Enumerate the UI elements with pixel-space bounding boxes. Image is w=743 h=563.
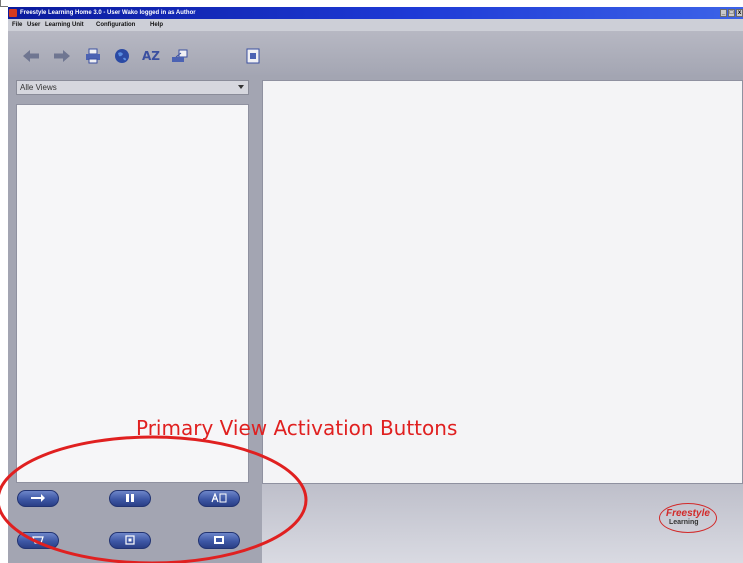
window-titlebar: Freestyle Learning Home 3.0 - User Wako … bbox=[8, 7, 743, 19]
app-icon bbox=[9, 9, 17, 17]
logo-sub-text: Learning bbox=[669, 519, 699, 526]
maximize-button[interactable]: □ bbox=[728, 9, 735, 17]
user-connect-icon[interactable] bbox=[171, 47, 189, 65]
menu-bar: File User Learning Unit Configuration He… bbox=[8, 19, 743, 31]
image-icon bbox=[213, 532, 225, 550]
view-button-3[interactable] bbox=[198, 490, 240, 507]
chevron-down-icon[interactable] bbox=[238, 85, 244, 89]
toolbar: AZ bbox=[8, 31, 743, 75]
annotation-label: Primary View Activation Buttons bbox=[136, 416, 458, 440]
view-selector[interactable]: Alle Views bbox=[16, 80, 249, 95]
menu-configuration[interactable]: Configuration bbox=[96, 19, 135, 31]
box-icon bbox=[31, 532, 45, 550]
view-button-6[interactable] bbox=[198, 532, 240, 549]
menu-file[interactable]: File bbox=[12, 19, 22, 31]
sort-az-icon[interactable]: AZ bbox=[142, 47, 160, 65]
pause-icon bbox=[124, 490, 136, 508]
menu-learning-unit[interactable]: Learning Unit bbox=[45, 19, 84, 31]
menu-user[interactable]: User bbox=[27, 19, 40, 31]
corner-artifact bbox=[0, 0, 8, 7]
forward-arrow-icon[interactable] bbox=[53, 47, 71, 65]
logo-main-text: Freestyle bbox=[666, 508, 710, 519]
view-button-4[interactable] bbox=[17, 532, 59, 549]
close-button[interactable]: x bbox=[736, 9, 743, 17]
view-button-2[interactable] bbox=[109, 490, 151, 507]
view-button-1[interactable] bbox=[17, 490, 59, 507]
globe-icon[interactable] bbox=[113, 47, 131, 65]
menu-help[interactable]: Help bbox=[150, 19, 163, 31]
sort-az-label: AZ bbox=[142, 49, 160, 63]
minimize-button[interactable]: _ bbox=[720, 9, 727, 17]
view-button-5[interactable] bbox=[109, 532, 151, 549]
view-selector-value: Alle Views bbox=[20, 83, 57, 92]
square-icon bbox=[124, 532, 136, 550]
window-title: Freestyle Learning Home 3.0 - User Wako … bbox=[20, 10, 196, 16]
arrow-right-icon bbox=[30, 490, 46, 508]
print-icon[interactable] bbox=[84, 47, 102, 65]
document-icon[interactable] bbox=[244, 47, 262, 65]
text-icon bbox=[211, 490, 227, 508]
freestyle-logo: Freestyle Learning bbox=[659, 503, 717, 533]
back-arrow-icon[interactable] bbox=[22, 47, 40, 65]
